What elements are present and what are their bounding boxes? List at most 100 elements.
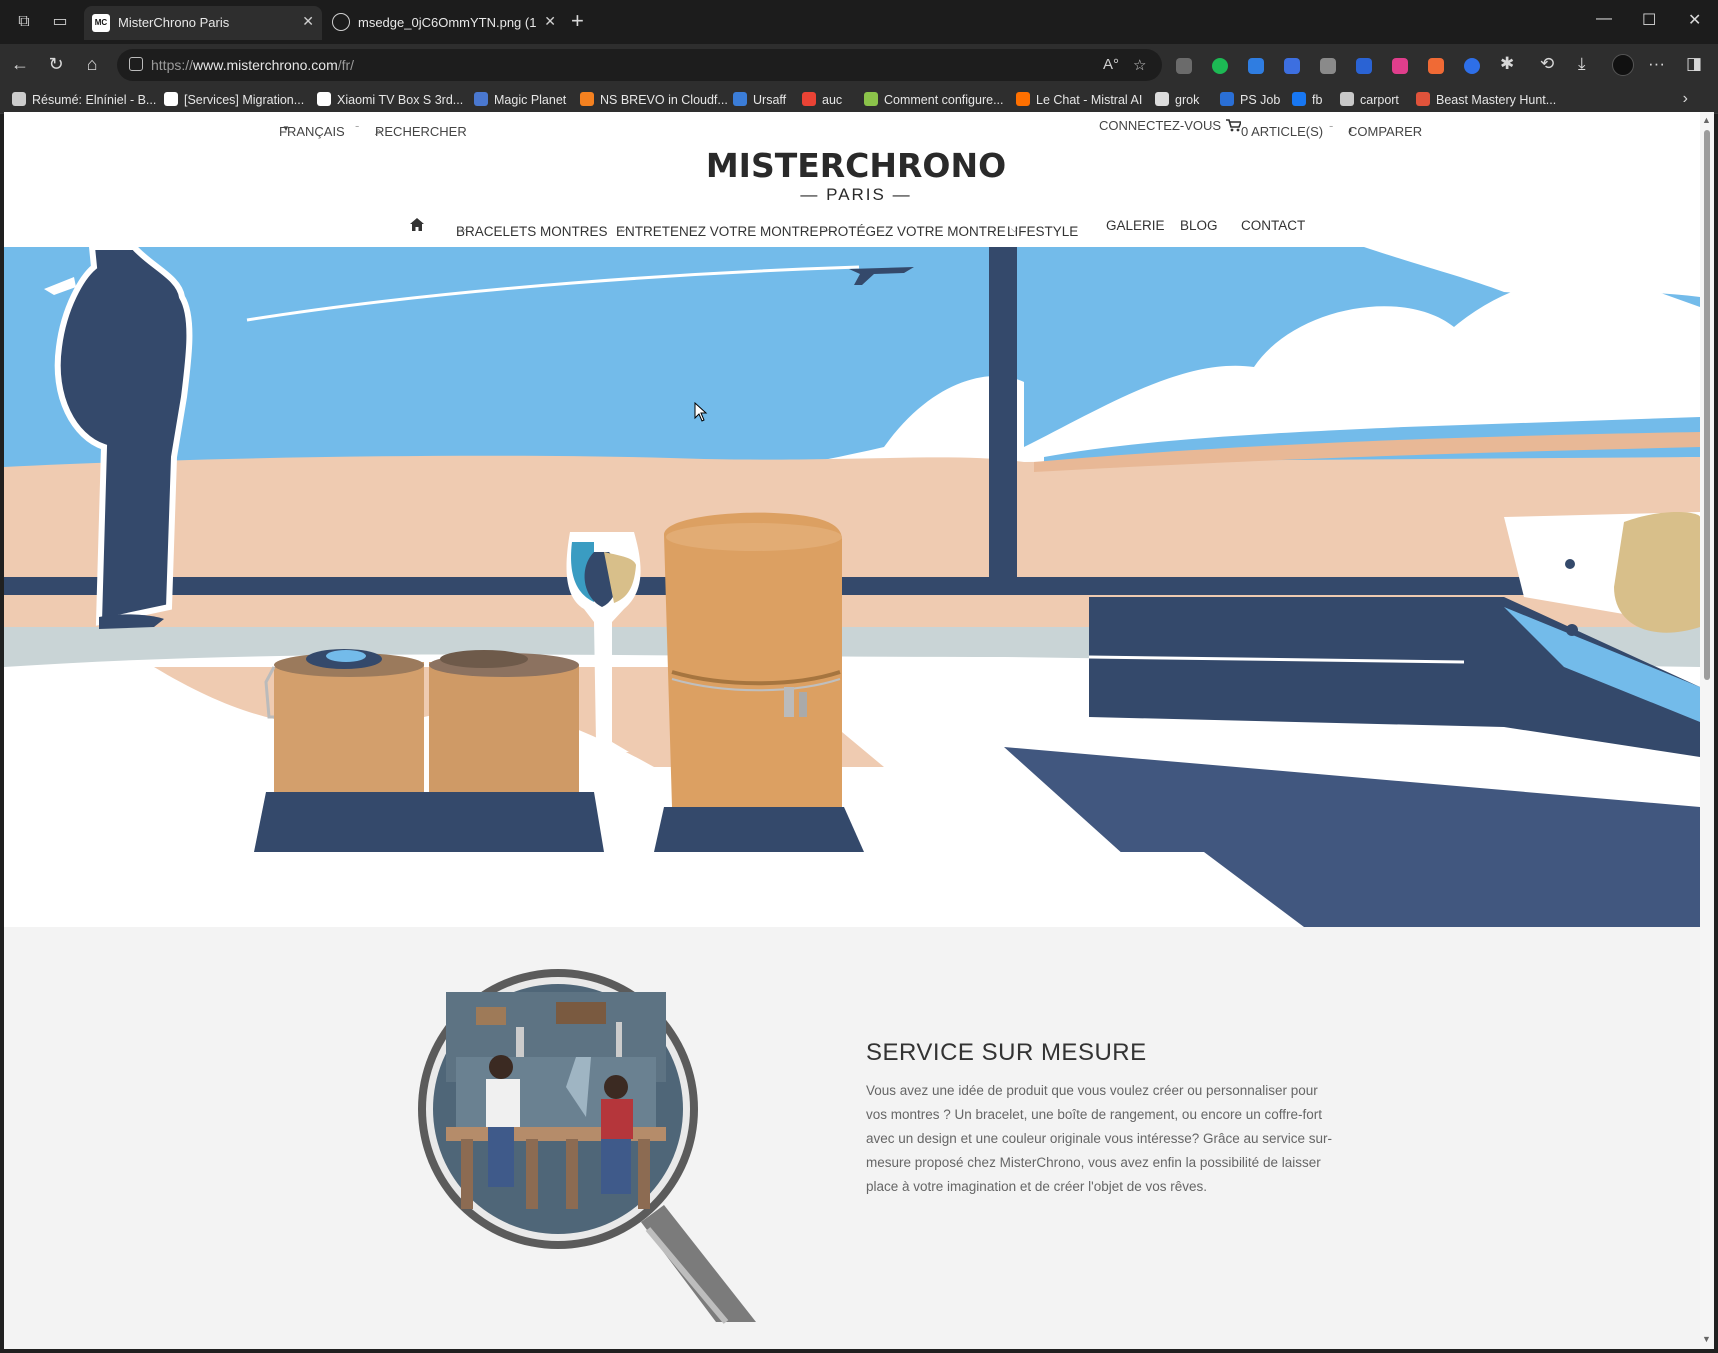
scroll-up-icon[interactable]: ▲ <box>1702 115 1711 125</box>
bookmark-item[interactable]: Xiaomi TV Box S 3rd... <box>317 92 463 107</box>
chevron-down-icon: ⌵ <box>460 224 467 234</box>
blue-extension-icon[interactable] <box>1356 58 1372 74</box>
login-link[interactable]: CONNECTEZ-VOUS <box>1099 118 1221 133</box>
bookmark-item[interactable]: Résumé: Elníniel - B... <box>12 92 156 107</box>
bookmark-label: Ursaff <box>753 93 787 107</box>
tab-title: msedge_0jC6OmmYTN.png (171 <box>358 15 536 30</box>
close-tab-icon[interactable]: ✕ <box>544 13 556 30</box>
bookmark-item[interactable]: carport <box>1340 92 1399 107</box>
bookmark-label: NS BREVO in Cloudf... <box>600 93 728 107</box>
bookmark-item[interactable]: Ursaff <box>733 92 786 107</box>
service-title: SERVICE SUR MESURE <box>866 1039 1147 1066</box>
settings-more-icon[interactable]: ··· <box>1648 54 1665 74</box>
url-text[interactable]: https://www.misterchrono.com/fr/ <box>151 57 354 73</box>
history-icon[interactable]: ⟲ <box>1540 54 1554 74</box>
bookmark-item[interactable]: fb <box>1292 92 1322 107</box>
mouse-cursor-icon <box>694 402 708 422</box>
profile-avatar[interactable] <box>1612 54 1634 76</box>
scroll-down-icon[interactable]: ▼ <box>1702 1334 1711 1344</box>
bookmark-label: auc <box>822 93 843 107</box>
bookmark-favicon-icon <box>733 92 747 106</box>
bookmark-item[interactable]: auc <box>802 92 842 107</box>
bookmark-favicon-icon <box>474 92 488 106</box>
bookmark-item[interactable]: NS BREVO in Cloudf... <box>580 92 728 107</box>
sidebar-toggle-icon[interactable]: ◨ <box>1686 54 1702 74</box>
chevron-down-icon: ⌵ <box>620 224 627 234</box>
scrollbar-thumb[interactable] <box>1704 130 1710 680</box>
bookmark-favicon-icon <box>580 92 594 106</box>
bookmark-favicon-icon <box>1340 92 1354 106</box>
menu-contact[interactable]: CONTACT <box>1241 218 1305 233</box>
site-topbar: FRANÇAIS ▼ - ⌕ RECHERCHER CONNECTEZ-VOUS -… <box>279 118 1423 139</box>
browser-toolbar: ← ↻ ⌂ https://www.misterchrono.com/fr/ A… <box>0 44 1718 86</box>
info-extension-icon[interactable] <box>1464 58 1480 74</box>
reload-button[interactable]: ↻ <box>45 54 67 75</box>
bookmark-label: [Services] Migration... <box>184 93 305 107</box>
bookmark-item[interactable]: Comment configure... <box>864 92 1004 107</box>
main-menu: BRACELETS MONTRES ⌵ ENTRETENEZ VOTRE MONT… <box>456 218 1306 239</box>
site-logo[interactable]: MISTERCHRONO — PARIS — <box>666 146 1046 205</box>
browser-window: ⧉ ▭ MC MisterChrono Paris ✕ msedge_0jC6O… <box>0 0 1718 1353</box>
page-scrollbar[interactable]: ▲ ▼ <box>1700 112 1714 1349</box>
new-tab-button[interactable]: + <box>571 10 584 32</box>
bookmark-label: Xiaomi TV Box S 3rd... <box>337 93 464 107</box>
grammar-extension-icon[interactable] <box>1212 58 1228 74</box>
notification-extension-icon[interactable] <box>1284 58 1300 74</box>
camera-extension-icon[interactable] <box>1320 58 1336 74</box>
docs-extension-icon[interactable] <box>1248 58 1264 74</box>
bookmark-item[interactable]: Magic Planet <box>474 92 566 107</box>
bookmark-label: Comment configure... <box>884 93 1004 107</box>
separator: - <box>1329 118 1334 133</box>
back-button[interactable]: ← <box>9 54 31 75</box>
maximize-button[interactable]: ☐ <box>1642 10 1656 30</box>
bookmarks-overflow-chevron-icon[interactable]: › <box>1683 90 1688 108</box>
menu-gallery[interactable]: GALERIE <box>1106 218 1165 233</box>
misterchrono-favicon-icon: MC <box>92 14 110 32</box>
ublock-extension-icon[interactable] <box>1176 58 1192 74</box>
separator: - <box>355 118 360 133</box>
close-tab-icon[interactable]: ✕ <box>302 13 314 30</box>
tab-strip: ⧉ ▭ MC MisterChrono Paris ✕ msedge_0jC6O… <box>0 0 1718 44</box>
custom-service-section: SERVICE SUR MESURE Vous avez une idée de… <box>4 927 1700 1349</box>
tab-misterchrono[interactable]: MC MisterChrono Paris ✕ <box>84 6 322 40</box>
bookmark-label: carport <box>1360 93 1399 107</box>
bookmark-item[interactable]: Le Chat - Mistral AI <box>1016 92 1142 107</box>
workspaces-icon[interactable]: ⧉ <box>14 12 34 32</box>
magnifier-workshop-illustration <box>418 969 756 1324</box>
pink-extension-icon[interactable] <box>1392 58 1408 74</box>
bookmarks-bar: Résumé: Elníniel - B... [Services] Migrat… <box>0 86 1718 114</box>
hero-banner[interactable] <box>4 247 1700 927</box>
bookmark-label: Le Chat - Mistral AI <box>1036 93 1143 107</box>
home-button[interactable]: ⌂ <box>81 54 103 75</box>
hero-illustration <box>4 247 1700 927</box>
bookmark-item[interactable]: grok <box>1155 92 1199 107</box>
bookmark-item[interactable]: Beast Mastery Hunt... <box>1416 92 1556 107</box>
extensions-puzzle-icon[interactable]: ✱ <box>1500 54 1514 74</box>
cart-icon <box>1226 119 1243 132</box>
orange-extension-icon[interactable] <box>1428 58 1444 74</box>
bookmark-label: fb <box>1312 93 1323 107</box>
bookmark-item[interactable]: PS Job <box>1220 92 1280 107</box>
bookmark-favicon-icon <box>864 92 878 106</box>
favorite-star-icon[interactable]: ☆ <box>1133 56 1146 74</box>
bookmark-favicon-icon <box>802 92 816 106</box>
read-aloud-icon[interactable]: A° <box>1103 56 1119 73</box>
tab-actions-icon[interactable]: ▭ <box>50 12 70 32</box>
bookmark-label: Beast Mastery Hunt... <box>1436 93 1557 107</box>
bookmark-item[interactable]: [Services] Migration... <box>164 92 304 107</box>
lock-icon[interactable] <box>129 57 143 71</box>
minimize-button[interactable]: — <box>1596 10 1612 28</box>
bookmark-favicon-icon <box>1292 92 1306 106</box>
close-window-button[interactable]: ✕ <box>1688 10 1701 30</box>
separator: - <box>1209 118 1214 133</box>
menu-blog[interactable]: BLOG <box>1180 218 1218 233</box>
tab-screenshot[interactable]: msedge_0jC6OmmYTN.png (171 ✕ <box>324 6 564 40</box>
downloads-icon[interactable]: ⤓ <box>1578 54 1586 74</box>
cart-link[interactable]: 0 ARTICLE(S) <box>1226 118 1323 139</box>
page-viewport: FRANÇAIS ▼ - ⌕ RECHERCHER CONNECTEZ-VOUS -… <box>4 112 1700 1349</box>
bookmark-label: grok <box>1175 93 1200 107</box>
bookmark-label: Résumé: Elníniel - B... <box>32 93 157 107</box>
bookmark-favicon-icon <box>12 92 26 106</box>
address-bar[interactable]: https://www.misterchrono.com/fr/ A° ☆ <box>117 49 1162 81</box>
bookmark-favicon-icon <box>1416 92 1430 106</box>
